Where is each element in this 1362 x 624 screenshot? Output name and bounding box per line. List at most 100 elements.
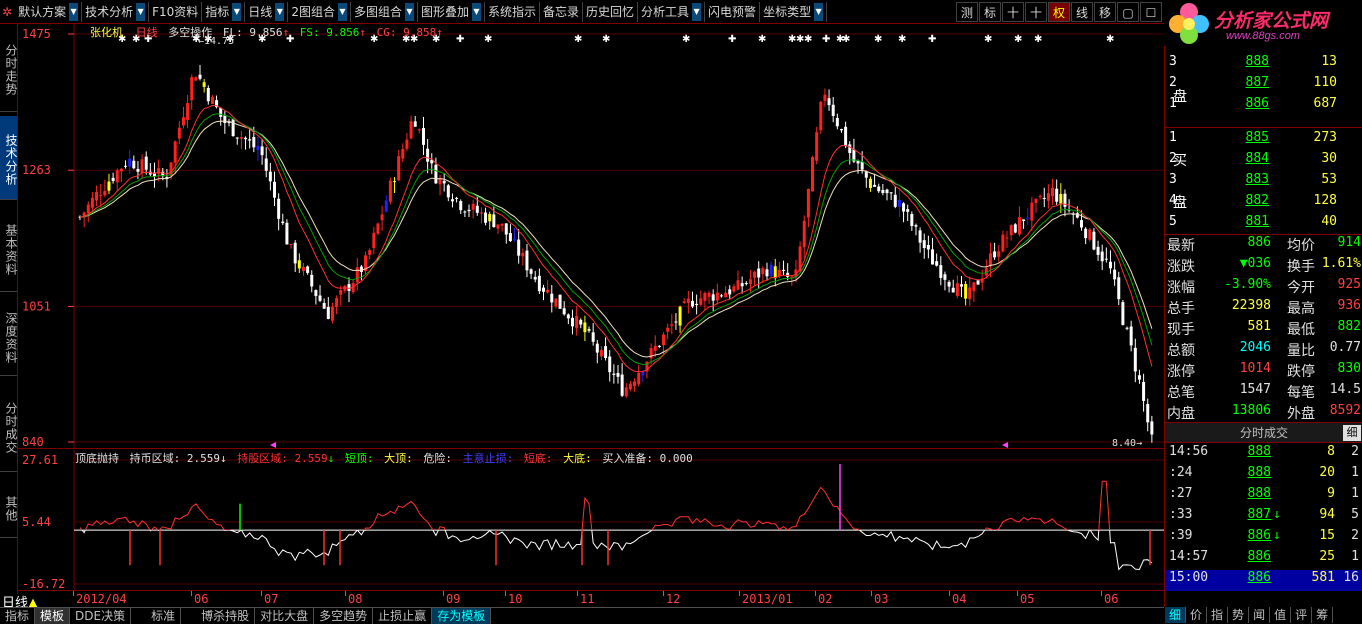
chevron-down-icon[interactable]: ▼ — [471, 2, 481, 21]
buy-row[interactable]: 4 882 128 — [1165, 193, 1362, 214]
bottom-tab-6[interactable]: 多空趋势 — [314, 608, 374, 624]
sell-price[interactable]: 887 — [1225, 75, 1269, 90]
right-tab-6[interactable]: 评 — [1291, 607, 1313, 623]
chevron-down-icon[interactable]: ▼ — [814, 2, 824, 21]
candle-body — [657, 345, 661, 347]
trade-row[interactable]: 15:00 886 581 16 — [1165, 570, 1362, 591]
toolbar-button-12[interactable]: 闪电预警 — [705, 1, 761, 22]
left-tab-5[interactable]: 其他 — [0, 476, 18, 538]
toolbar-button-9[interactable]: 备忘录 — [540, 1, 584, 22]
buy-price[interactable]: 881 — [1225, 214, 1269, 229]
trade-volume: 8 — [1327, 444, 1335, 459]
toolbar-tool-6[interactable]: 移 — [1094, 2, 1116, 22]
toolbar-tool-5[interactable]: 线 — [1071, 2, 1093, 22]
indicator-chart[interactable]: 27.61 5.44 -16.72 顶底抛持 持币区域: 2.559↓ 持股区域: … — [18, 450, 1164, 590]
toolbar-button-8[interactable]: 系统指示 — [485, 1, 540, 22]
kline-svg[interactable]: 147512631051840✱ ✱ ✚ ✱ ✱ ✱ ✱ ✚ ✱ ✱ ✱ ✱ ✚ ✱ ✱ ✱ ✱ ✚ ✱ ✱ ✱ ✱ ✚ ✱✱… — [18, 24, 1164, 449]
left-tab-0[interactable]: 分时走势 — [0, 24, 18, 112]
trade-row[interactable]: :24 888 20 1 — [1165, 465, 1362, 486]
bottom-tab-2[interactable]: DDE决策 — [70, 608, 132, 624]
left-vertical-tabs: 分时走势技术分析基本资料深度资料分时成交其他 — [0, 24, 18, 594]
sell-row[interactable]: 3 888 13 — [1165, 54, 1362, 75]
right-tab-7[interactable]: 筹 — [1312, 607, 1334, 623]
candle-body — [1005, 237, 1009, 239]
right-tab-2[interactable]: 指 — [1207, 607, 1229, 623]
trade-row[interactable]: 14:57 886 25 1 — [1165, 549, 1362, 570]
toolbar-tool-8[interactable]: ☐ — [1140, 2, 1162, 22]
signal-star-marker: ✱ — [874, 34, 882, 45]
buy-price[interactable]: 884 — [1225, 151, 1269, 166]
trade-row[interactable]: 14:56 888 8 2 — [1165, 444, 1362, 465]
toolbar-button-1[interactable]: 技术分析 ▼ — [82, 1, 150, 22]
trades-detail-button[interactable]: 细 — [1343, 425, 1361, 441]
toolbar-button-10[interactable]: 历史回忆 — [583, 1, 639, 22]
trade-row[interactable]: :39 886 ↓ 15 2 — [1165, 528, 1362, 549]
candle-body — [815, 132, 819, 161]
chevron-down-icon[interactable]: ▼ — [232, 2, 242, 21]
chevron-down-icon[interactable]: ▼ — [337, 2, 347, 21]
buy-row[interactable]: 1 885 273 — [1165, 130, 1362, 151]
toolbar-tool-2[interactable]: 十 — [1002, 2, 1024, 22]
bottom-tab-4[interactable]: 博杀持股 — [181, 608, 256, 624]
toolbar-button-6[interactable]: 多图组合 ▼ — [351, 1, 418, 22]
buy-price[interactable]: 883 — [1225, 172, 1269, 187]
toolbar-button-0[interactable]: 默认方案 ▼ — [15, 1, 83, 22]
stat-row: 总笔 1547 每笔 14.5 — [1165, 382, 1362, 403]
trade-row[interactable]: :33 887 ↓ 94 5 — [1165, 507, 1362, 528]
candle-body — [773, 266, 777, 279]
buy-row[interactable]: 3 883 53 — [1165, 172, 1362, 193]
toolbar-button-2[interactable]: F10资料 — [149, 1, 203, 22]
candle-body — [1001, 234, 1005, 252]
left-tab-4[interactable]: 分时成交 — [0, 380, 18, 472]
bottom-tab-3[interactable]: 标准 — [131, 608, 182, 624]
bottom-tab-1[interactable]: 模板 — [35, 608, 71, 624]
trade-price: 888 — [1247, 486, 1271, 501]
right-tab-4[interactable]: 闻 — [1249, 607, 1271, 623]
toolbar-tool-1[interactable]: 标 — [979, 2, 1001, 22]
bottom-tab-7[interactable]: 止损止赢 — [373, 608, 433, 624]
right-tab-1[interactable]: 价 — [1186, 607, 1208, 623]
sell-price[interactable]: 888 — [1225, 54, 1269, 69]
stat-value: 1.61% — [1321, 256, 1361, 271]
date-tick-label: 12 — [666, 592, 681, 606]
chevron-down-icon[interactable]: ▼ — [404, 2, 414, 21]
trade-row[interactable]: :27 888 9 1 — [1165, 486, 1362, 507]
chevron-down-icon[interactable]: ▼ — [275, 2, 285, 21]
toolbar-button-13[interactable]: 坐标类型 ▼ — [760, 1, 828, 22]
buy-price[interactable]: 882 — [1225, 193, 1269, 208]
toolbar-tool-4[interactable]: 权 — [1048, 2, 1070, 22]
buy-price[interactable]: 885 — [1225, 130, 1269, 145]
sell-price[interactable]: 886 — [1225, 96, 1269, 111]
buy-row[interactable]: 5 881 40 — [1165, 214, 1362, 235]
toolbar-tool-7[interactable]: ▢ — [1117, 2, 1139, 22]
candle-body — [471, 203, 475, 210]
trade-count: 1 — [1351, 549, 1359, 564]
chevron-down-icon[interactable]: ▼ — [69, 2, 79, 21]
right-tab-3[interactable]: 势 — [1228, 607, 1250, 623]
kline-chart[interactable]: 1475 1263 1051 840 ✱ ✱ ✚ ✱ ✱ ✱ ✱ ✚ ✱ ✱ ✱ ✱ ✚ ✱ ✱ ✱ ✱ ✚ ✱ ✱ ✱ ✱ ✚ ✱ ✱… — [18, 24, 1164, 449]
chevron-down-icon[interactable]: ▼ — [692, 2, 702, 21]
toolbar-button-3[interactable]: 指标 ▼ — [202, 1, 246, 22]
toolbar-button-7[interactable]: 图形叠加 ▼ — [418, 1, 485, 22]
toolbar-button-11[interactable]: 分析工具 ▼ — [638, 1, 706, 22]
bottom-tab-8[interactable]: 存为模板 — [432, 608, 492, 624]
right-tab-5[interactable]: 值 — [1270, 607, 1292, 623]
stat-row: 涨停 1014 跌停 830 — [1165, 361, 1362, 382]
toolbar-button-5[interactable]: 2图组合 ▼ — [288, 1, 351, 22]
left-tab-1[interactable]: 技术分析 — [0, 116, 18, 200]
toolbar-button-4[interactable]: 日线 ▼ — [245, 1, 289, 22]
toolbar-tool-0[interactable]: 测 — [956, 2, 978, 22]
bottom-tab-0[interactable]: 指标 — [0, 608, 36, 624]
chevron-down-icon[interactable]: ▼ — [136, 2, 146, 21]
trades-header[interactable]: 分时成交 细 — [1165, 422, 1362, 443]
buy-row[interactable]: 2 884 30 — [1165, 151, 1362, 172]
left-tab-2[interactable]: 基本资料 — [0, 204, 18, 292]
bottom-tab-5[interactable]: 对比大盘 — [255, 608, 315, 624]
toolbar-tool-3[interactable]: 十 — [1025, 2, 1047, 22]
right-tab-0[interactable]: 细 — [1165, 607, 1187, 623]
sell-row[interactable]: 1 886 687 — [1165, 96, 1362, 117]
indicator-svg[interactable]: 27.61 5.44 -16.72 — [18, 450, 1164, 590]
left-tab-3[interactable]: 深度资料 — [0, 296, 18, 376]
sell-volume: 110 — [1313, 75, 1337, 90]
sell-row[interactable]: 2 887 110 — [1165, 75, 1362, 96]
